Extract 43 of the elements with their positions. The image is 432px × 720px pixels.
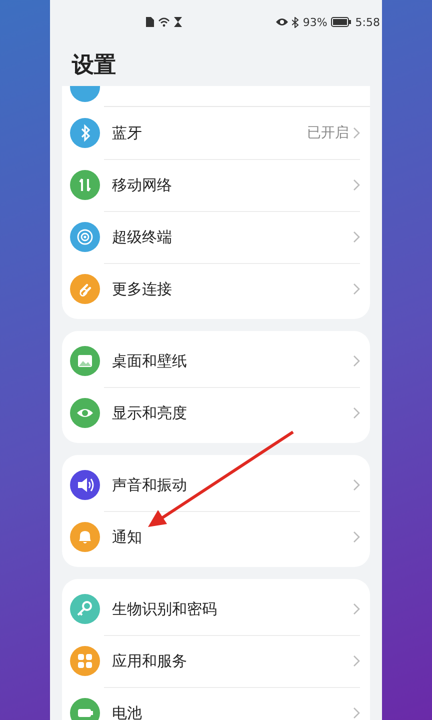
- item-label: 超级终端: [112, 228, 173, 246]
- page-title: 设置: [70, 52, 117, 80]
- settings-item[interactable]: 蓝牙 已开启: [62, 107, 370, 159]
- battery-percent: 93%: [302, 16, 328, 28]
- item-label: 声音和振动: [112, 476, 188, 494]
- chevron-icon: [353, 283, 360, 295]
- settings-item[interactable]: 移动网络: [62, 159, 370, 211]
- settings-item[interactable]: 声音和振动: [62, 459, 370, 511]
- bluetooth-icon: [292, 16, 299, 28]
- settings-item[interactable]: 通知: [62, 511, 370, 563]
- clock-time: 5:58: [355, 16, 380, 28]
- chevron-icon: [353, 355, 360, 367]
- chevron-icon: [353, 531, 360, 543]
- settings-item[interactable]: 更多连接: [62, 263, 370, 315]
- chevron-icon: [353, 479, 360, 491]
- wifi-icon: [158, 17, 170, 27]
- chevron-icon: [353, 655, 360, 667]
- settings-item[interactable]: 电池: [62, 687, 370, 720]
- settings-item[interactable]: 应用和服务: [62, 635, 370, 687]
- settings-item[interactable]: 桌面和壁纸: [62, 335, 370, 387]
- settings-item[interactable]: 生物识别和密码: [62, 583, 370, 635]
- item-label: 电池: [112, 704, 143, 720]
- battery-icon: [331, 17, 352, 27]
- item-label: 通知: [112, 528, 143, 546]
- hourglass-icon: [174, 17, 182, 27]
- item-label: 移动网络: [112, 176, 173, 194]
- item-label: 蓝牙: [112, 124, 143, 142]
- item-label: 应用和服务: [112, 652, 188, 670]
- item-label: 生物识别和密码: [112, 600, 218, 618]
- chevron-icon: [353, 603, 360, 615]
- item-label: 显示和亮度: [112, 404, 188, 422]
- chevron-icon: [353, 707, 360, 719]
- sim-icon: [146, 17, 154, 27]
- item-label: 桌面和壁纸: [112, 352, 188, 370]
- chevron-icon: [353, 407, 360, 419]
- settings-item[interactable]: 超级终端: [62, 211, 370, 263]
- chevron-icon: [353, 127, 360, 139]
- item-label: 更多连接: [112, 280, 173, 298]
- settings-item[interactable]: 显示和亮度: [62, 387, 370, 439]
- item-value: 已开启: [307, 124, 349, 142]
- eye-icon: [276, 18, 288, 26]
- chevron-icon: [353, 179, 360, 191]
- chevron-icon: [353, 231, 360, 243]
